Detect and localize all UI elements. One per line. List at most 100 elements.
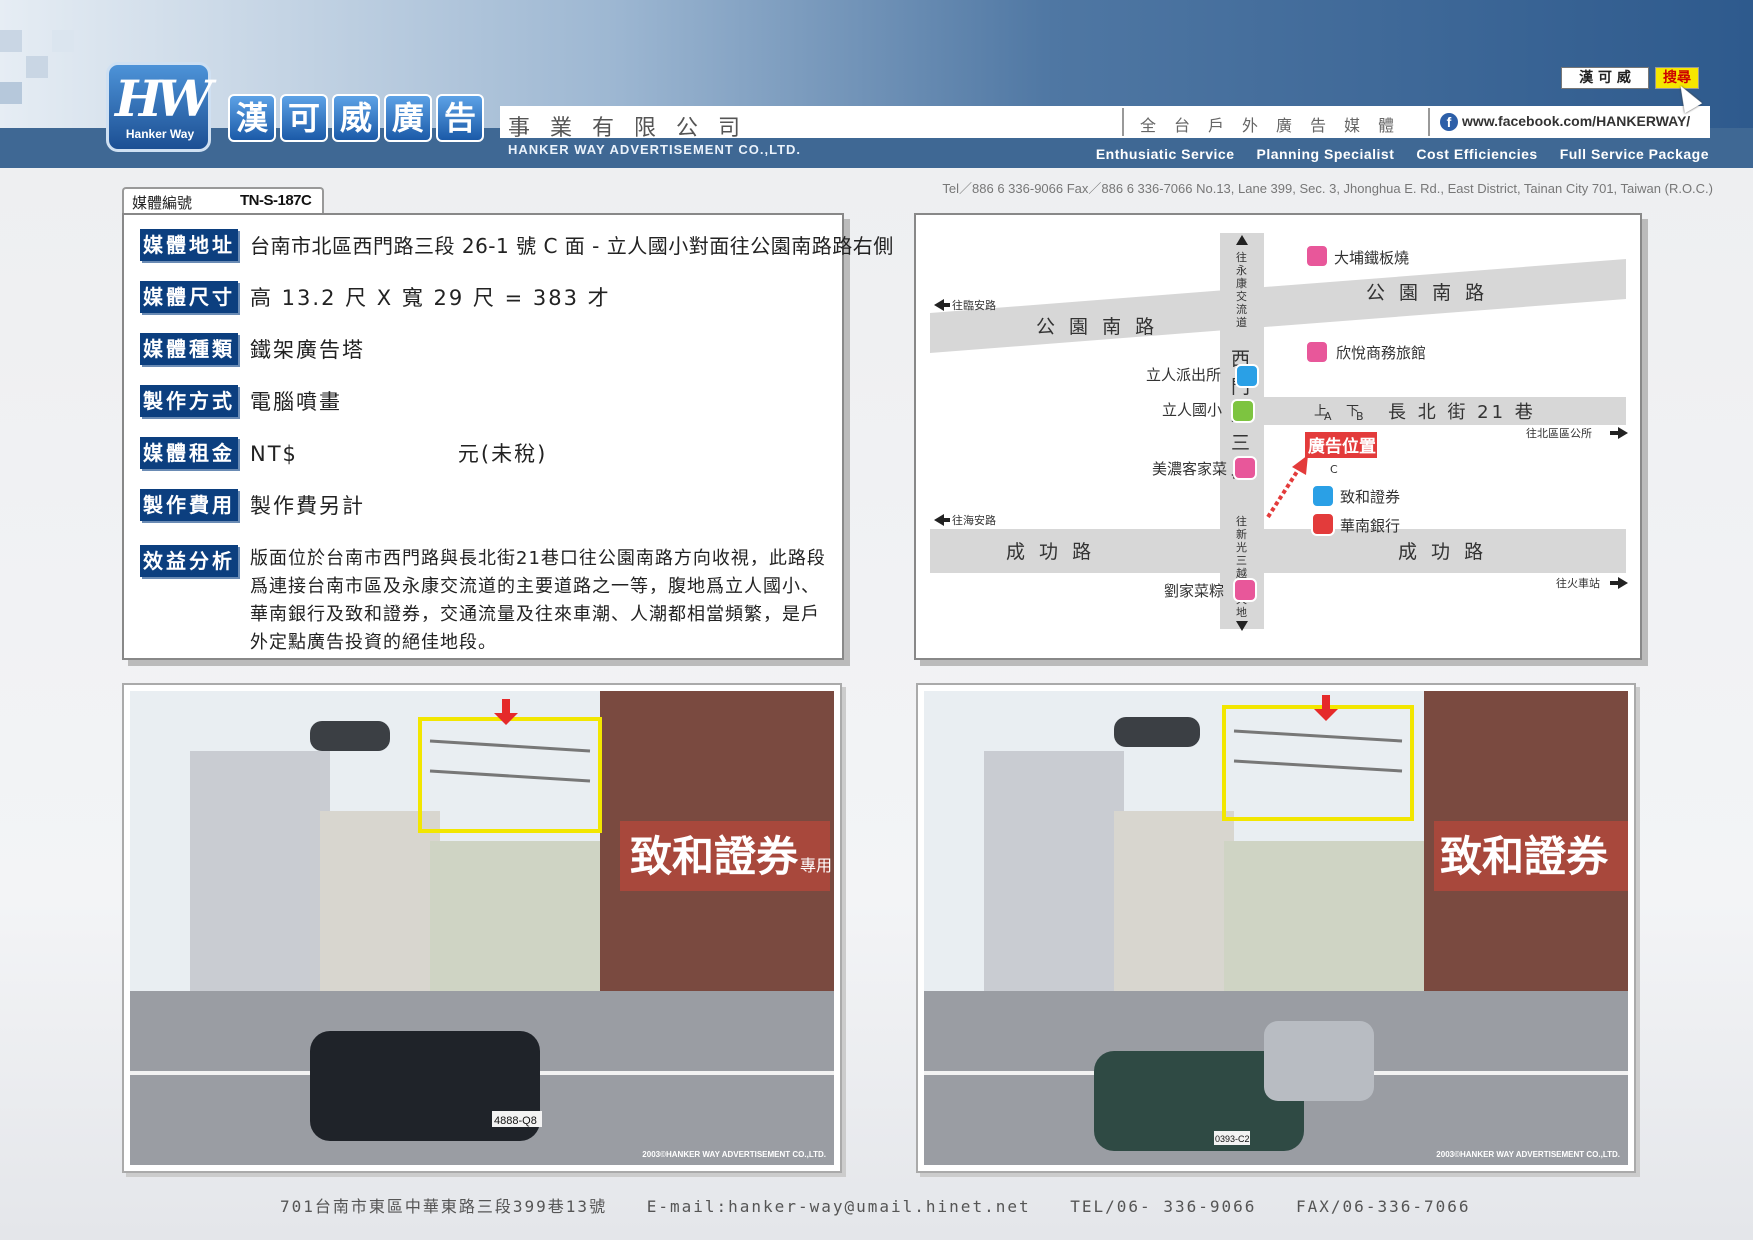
map-canvas: 公 園 南 路 公 園 南 路 長 北 街 21 巷 成 功 路 成 功 路 西… bbox=[930, 233, 1628, 631]
direction-char: 三 bbox=[1236, 554, 1247, 567]
road-gongyuan bbox=[930, 259, 1626, 353]
plate-number: 0393-C2 bbox=[1215, 1134, 1250, 1144]
info-value: 台南市北區西門路三段 26-1 號 C 面 - 立人國小對面往公園南路路右側 bbox=[250, 234, 894, 258]
traffic-light bbox=[310, 721, 390, 751]
direction-char: 道 bbox=[1236, 315, 1247, 329]
arrow-left-icon bbox=[944, 303, 950, 307]
direction-label: 往火車站 bbox=[1556, 576, 1600, 590]
direction-char: 地 bbox=[1236, 606, 1247, 619]
info-row-address: 媒體地址 台南市北區西門路三段 26-1 號 C 面 - 立人國小對面往公園南路… bbox=[140, 229, 894, 263]
info-row-method: 製作方式 電腦噴畫 bbox=[140, 385, 342, 419]
arrow-right-icon bbox=[1618, 427, 1628, 439]
info-label: 媒體地址 bbox=[140, 229, 238, 261]
direction-char: 永 bbox=[1236, 263, 1247, 277]
car bbox=[1264, 1021, 1374, 1101]
building bbox=[984, 751, 1124, 1011]
direction-char: 流 bbox=[1236, 302, 1247, 316]
decor-pixel bbox=[26, 56, 48, 78]
building bbox=[190, 751, 330, 1011]
arrow-left-icon bbox=[934, 514, 944, 526]
place-marker-icon bbox=[1305, 244, 1329, 268]
info-row-analysis: 效益分析 版面位於台南市西門路與長北街21巷口往公園南路方向收視，此路段爲連接台… bbox=[140, 545, 830, 657]
place-label: 華南銀行 bbox=[1340, 517, 1400, 535]
direction-char: 光 bbox=[1236, 540, 1247, 554]
shop-sign-suffix: 專用 bbox=[800, 856, 832, 875]
facebook-link[interactable]: www.facebook.com/HANKERWAY/ bbox=[1462, 113, 1690, 129]
info-value: 鐵架廣告塔 bbox=[250, 338, 365, 362]
rent-suffix: 元(未稅) bbox=[457, 442, 548, 466]
footer-address: 701台南市東區中華東路三段399巷13號 bbox=[280, 1197, 608, 1216]
photo-copyright: 2003©HANKER WAY ADVERTISEMENT CO.,LTD. bbox=[1436, 1150, 1620, 1159]
direction-char: 交 bbox=[1236, 289, 1247, 303]
place-marker-icon bbox=[1235, 364, 1259, 388]
site-photo: 致和證券 0393-C2 2003©HANKER WAY ADVERTISEME… bbox=[924, 691, 1628, 1165]
logo-text: HW bbox=[115, 69, 212, 128]
media-id-tab: 媒體編號 TN-S-187C bbox=[122, 187, 324, 213]
service-item: Full Service Package bbox=[1559, 146, 1709, 162]
facebook-icon[interactable]: f bbox=[1440, 113, 1458, 131]
traffic-light bbox=[1114, 717, 1200, 747]
company-suffix: 事業有限公司 bbox=[508, 116, 761, 141]
pointer-arrow-icon bbox=[1292, 455, 1308, 475]
title-char: 廣 bbox=[384, 94, 432, 142]
rent-currency: NT$ bbox=[250, 442, 298, 466]
place-label: 立人國小 bbox=[1162, 401, 1222, 419]
info-label: 製作方式 bbox=[140, 385, 238, 417]
road-label: 公 園 南 路 bbox=[1036, 316, 1158, 338]
footer: 701台南市東區中華東路三段399巷13號 E-mail:hanker-way@… bbox=[280, 1193, 1499, 1217]
footer-fax: FAX/06-336-7066 bbox=[1296, 1197, 1471, 1216]
arrow-left-icon bbox=[934, 299, 944, 311]
info-label: 製作費用 bbox=[140, 489, 238, 521]
search-input[interactable]: 漢 可 威 bbox=[1561, 67, 1649, 89]
building bbox=[1224, 841, 1424, 991]
info-value: 製作費另計 bbox=[250, 494, 365, 518]
road-label: 長 北 街 21 巷 bbox=[1388, 402, 1536, 423]
direction-label: 往臨安路 bbox=[952, 298, 996, 312]
decor-pixel bbox=[0, 30, 22, 52]
place-label: 致和證券 bbox=[1340, 488, 1400, 506]
arrow-right-icon bbox=[1610, 581, 1618, 585]
info-value: 版面位於台南市西門路與長北街21巷口往公園南路方向收視，此路段爲連接台南市區及永… bbox=[250, 548, 826, 653]
photo-illustration: 致和證券 0393-C2 bbox=[924, 691, 1628, 1165]
title-char: 可 bbox=[280, 94, 328, 142]
site-photo: 致和證券 專用 4888-Q8 2003©HANKER WAY ADVERTIS… bbox=[130, 691, 834, 1165]
title-char: 告 bbox=[436, 94, 484, 142]
info-row-fee: 製作費用 製作費另計 bbox=[140, 489, 365, 523]
place-marker-icon bbox=[1311, 484, 1335, 508]
info-label: 媒體種類 bbox=[140, 333, 238, 365]
footer-tel: TEL/06- 336-9066 bbox=[1070, 1197, 1257, 1216]
photo-illustration: 致和證券 專用 4888-Q8 bbox=[130, 691, 834, 1165]
place-label: 美濃客家菜 bbox=[1152, 460, 1227, 478]
tagline: 全台戶外廣告媒體 bbox=[1140, 116, 1413, 135]
header-banner bbox=[0, 0, 1753, 168]
info-row-rent: 媒體租金 NT$ 元(未稅) bbox=[140, 437, 547, 471]
road-label: 成 功 路 bbox=[1398, 541, 1487, 563]
location-map: 公 園 南 路 公 園 南 路 長 北 街 21 巷 成 功 路 成 功 路 西… bbox=[914, 213, 1642, 660]
arrow-left-icon bbox=[944, 518, 950, 522]
company-english-name: HANKER WAY ADVERTISEMENT CO.,LTD. bbox=[508, 142, 802, 157]
info-row-type: 媒體種類 鐵架廣告塔 bbox=[140, 333, 365, 367]
place-label: 劉家菜粽 bbox=[1164, 582, 1224, 600]
shop-sign: 致和證券 bbox=[1440, 832, 1609, 881]
place-label: 欣悅商務旅館 bbox=[1336, 344, 1426, 362]
road-label: 成 功 路 bbox=[1006, 541, 1095, 563]
place-marker-icon bbox=[1233, 456, 1257, 480]
building bbox=[320, 811, 440, 991]
direction-char: 往 bbox=[1236, 250, 1247, 264]
divider bbox=[1122, 108, 1124, 136]
info-label: 效益分析 bbox=[140, 545, 238, 577]
plate-number: 4888-Q8 bbox=[494, 1115, 537, 1127]
arrow-right-icon bbox=[1610, 431, 1618, 435]
direction-label: 往海安路 bbox=[952, 513, 996, 527]
service-item: Enthusiatic Service bbox=[1095, 146, 1235, 162]
place-marker-icon bbox=[1233, 578, 1257, 602]
site-photo-frame: 致和證券 專用 4888-Q8 2003©HANKER WAY ADVERTIS… bbox=[122, 683, 842, 1173]
building bbox=[1114, 811, 1234, 991]
contact-line: Tel／886 6 336-9066 Fax／886 6 336-7066 No… bbox=[942, 181, 1713, 196]
place-marker-icon bbox=[1311, 512, 1335, 536]
pointer-arrow-icon bbox=[1266, 465, 1302, 519]
info-value: 高 13.2 尺 X 寬 29 尺 = 383 才 bbox=[250, 286, 611, 310]
services-list: Enthusiatic Service Planning Specialist … bbox=[1096, 146, 1709, 162]
direction-char: 越 bbox=[1236, 566, 1247, 580]
face-label: C bbox=[1330, 463, 1338, 476]
